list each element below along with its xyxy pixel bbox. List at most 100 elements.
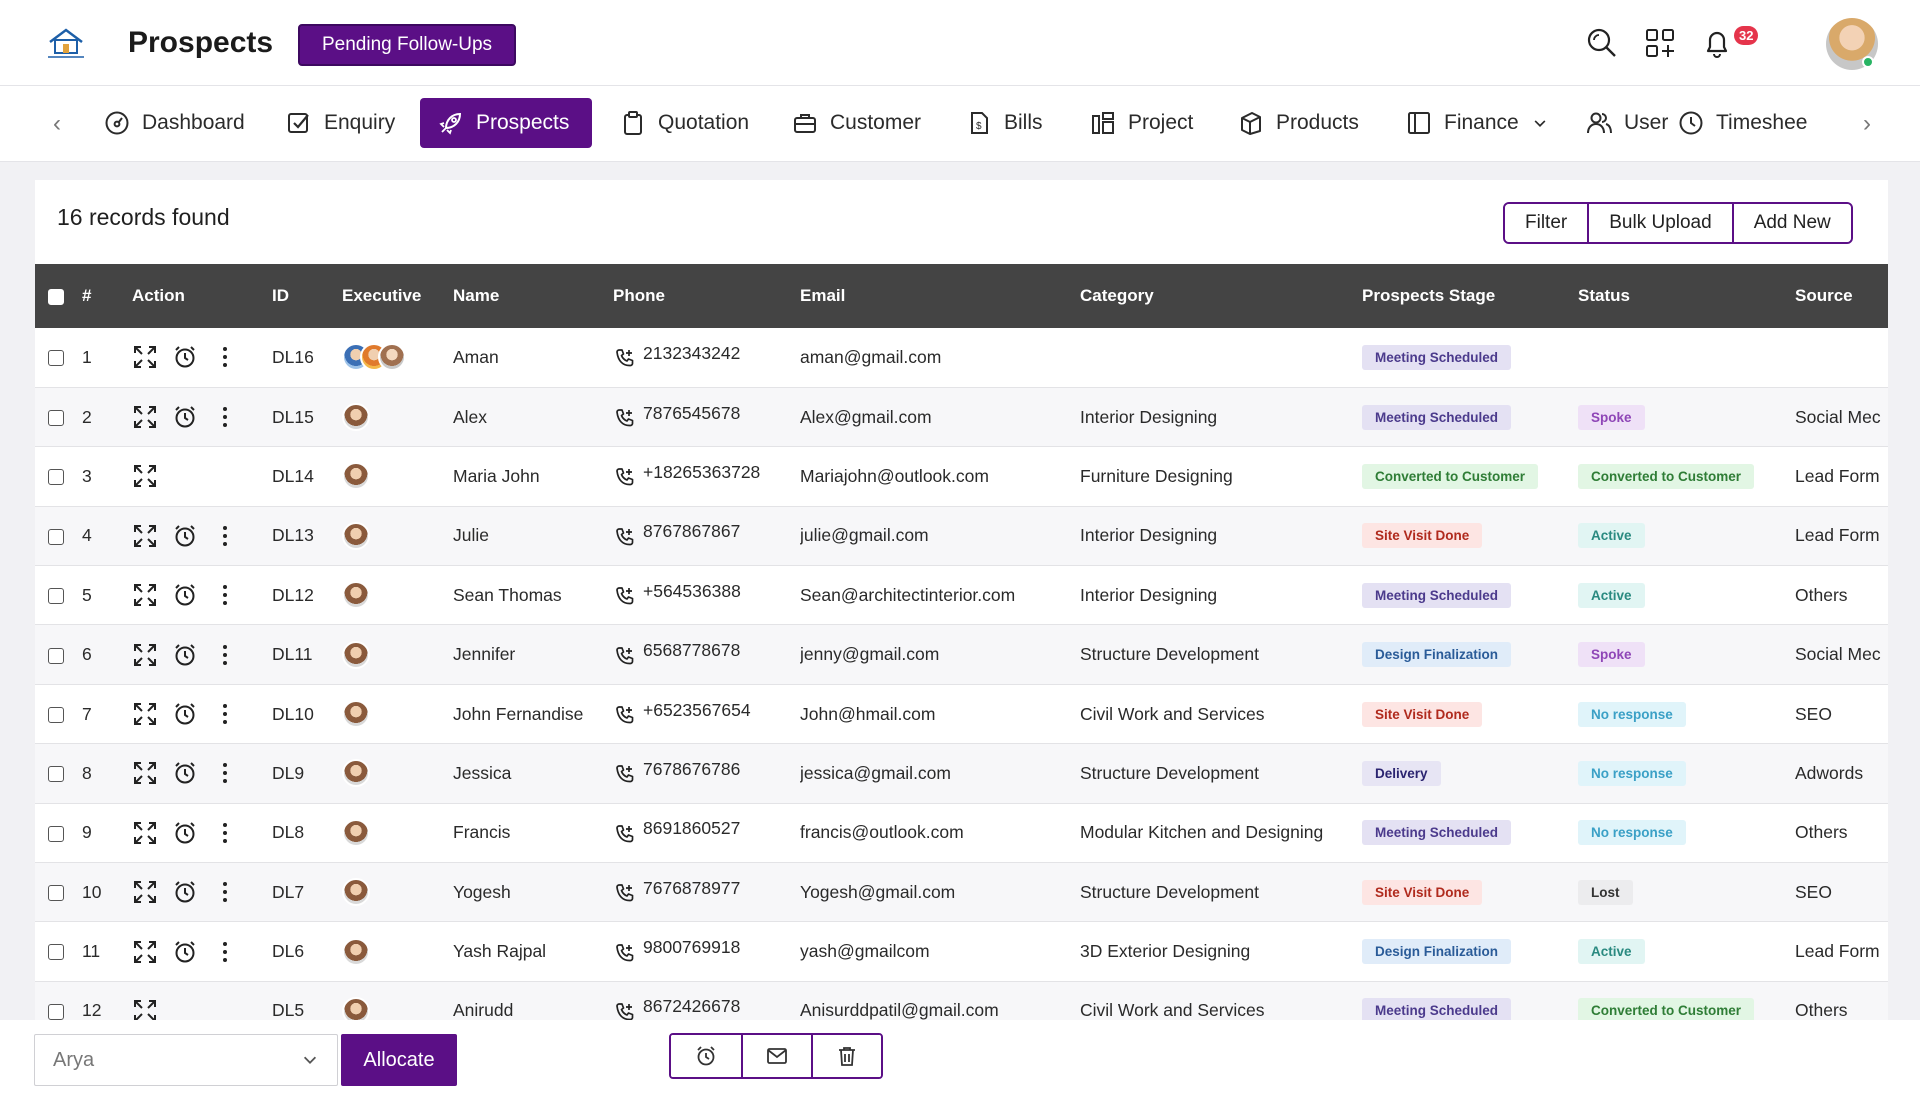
more-vertical-icon[interactable] xyxy=(212,523,238,549)
row-checkbox[interactable] xyxy=(48,528,64,545)
more-vertical-icon[interactable] xyxy=(212,344,238,370)
row-checkbox[interactable] xyxy=(48,409,64,426)
more-vertical-icon[interactable] xyxy=(212,582,238,608)
phone-call-icon[interactable] xyxy=(613,823,637,847)
project-icon xyxy=(1092,112,1114,134)
expand-icon[interactable] xyxy=(132,404,158,430)
phone-call-icon[interactable] xyxy=(613,347,637,371)
expand-icon[interactable] xyxy=(132,582,158,608)
row-checkbox[interactable] xyxy=(48,825,64,842)
phone-call-icon[interactable] xyxy=(613,526,637,550)
table-row[interactable]: 2 DL15 Alex 7876545678 Alex@gmail.com Interio… xyxy=(35,387,1888,447)
row-checkbox[interactable] xyxy=(48,944,64,961)
more-vertical-icon[interactable] xyxy=(212,404,238,430)
table-row[interactable]: 7 DL10 John Fernandise +6523567654 John@hmai… xyxy=(35,684,1888,744)
row-actions xyxy=(132,642,272,668)
bulk-reminder-button[interactable] xyxy=(671,1035,741,1077)
executive-select[interactable]: Arya xyxy=(34,1034,338,1086)
expand-icon[interactable] xyxy=(132,642,158,668)
alarm-clock-icon[interactable] xyxy=(172,642,198,668)
table-row[interactable]: 9 DL8 Francis 8691860527 francis@outlook.com… xyxy=(35,803,1888,863)
expand-icon[interactable] xyxy=(132,879,158,905)
row-checkbox[interactable] xyxy=(48,885,64,902)
table-row[interactable]: 10 DL7 Yogesh 7676878977 Yogesh@gmail.com Str… xyxy=(35,862,1888,922)
filter-button[interactable]: Filter xyxy=(1505,204,1588,242)
more-vertical-icon[interactable] xyxy=(212,701,238,727)
row-checkbox[interactable] xyxy=(48,647,64,664)
status-badge: Lost xyxy=(1578,879,1633,905)
phone-call-icon[interactable] xyxy=(613,704,637,728)
row-checkbox[interactable] xyxy=(48,350,64,367)
nav-products[interactable]: Products xyxy=(1220,98,1377,148)
executive-avatar xyxy=(342,403,370,432)
alarm-clock-icon[interactable] xyxy=(172,939,198,965)
alarm-clock-icon[interactable] xyxy=(172,820,198,846)
phone-call-icon[interactable] xyxy=(613,407,637,431)
more-vertical-icon[interactable] xyxy=(212,939,238,965)
table-row[interactable]: 5 DL12 Sean Thomas +564536388 Sean@architect… xyxy=(35,565,1888,625)
expand-icon[interactable] xyxy=(132,820,158,846)
expand-icon[interactable] xyxy=(132,760,158,786)
nav-scroll-right-icon[interactable]: › xyxy=(1852,110,1882,138)
apps-grid-icon[interactable] xyxy=(1643,26,1677,60)
allocate-button[interactable]: Allocate xyxy=(341,1034,457,1086)
add-new-button[interactable]: Add New xyxy=(1731,204,1851,242)
phone-call-icon[interactable] xyxy=(613,585,637,609)
alarm-clock-icon[interactable] xyxy=(172,404,198,430)
alarm-clock-icon[interactable] xyxy=(172,879,198,905)
nav-timesheet[interactable]: Timeshee xyxy=(1660,98,1850,148)
expand-icon[interactable] xyxy=(132,463,158,489)
expand-icon[interactable] xyxy=(132,701,158,727)
search-icon[interactable] xyxy=(1585,26,1619,60)
nav-prospects[interactable]: Prospects xyxy=(420,98,592,148)
phone-call-icon[interactable] xyxy=(613,882,637,906)
more-vertical-icon[interactable] xyxy=(212,820,238,846)
row-actions xyxy=(132,344,272,370)
table-row[interactable]: 3 DL14 Maria John +18265363728 Mariajohn@out… xyxy=(35,446,1888,507)
nav-finance[interactable]: Finance xyxy=(1388,98,1567,148)
phone-call-icon[interactable] xyxy=(613,763,637,787)
nav-customer[interactable]: Customer xyxy=(774,98,939,148)
table-row[interactable]: 6 DL11 Jennifer 6568778678 jenny@gmail.com St… xyxy=(35,624,1888,685)
nav-scroll-left-icon[interactable]: ‹ xyxy=(42,110,72,138)
more-vertical-icon[interactable] xyxy=(212,760,238,786)
prospects-table: # Action ID Executive Name Phone Email C… xyxy=(35,264,1888,1041)
table-row[interactable]: 8 DL9 Jessica 7678676786 jessica@gmail.com St… xyxy=(35,743,1888,804)
stage-badge: Delivery xyxy=(1362,760,1441,786)
row-checkbox[interactable] xyxy=(48,588,64,605)
table-row[interactable]: 11 DL6 Yash Rajpal 9800769918 yash@gmailcom 3… xyxy=(35,921,1888,982)
nav-enquiry[interactable]: Enquiry xyxy=(268,98,413,148)
phone-call-icon[interactable] xyxy=(613,645,637,669)
prospect-id: DL7 xyxy=(272,881,305,902)
alarm-clock-icon[interactable] xyxy=(172,582,198,608)
row-checkbox[interactable] xyxy=(48,469,64,486)
expand-icon[interactable] xyxy=(132,939,158,965)
table-row[interactable]: 4 DL13 Julie 8767867867 julie@gmail.com Inter… xyxy=(35,506,1888,566)
bulk-delete-button[interactable] xyxy=(811,1035,881,1077)
alarm-clock-icon[interactable] xyxy=(172,760,198,786)
executive-avatar xyxy=(378,343,406,372)
phone-call-icon[interactable] xyxy=(613,466,637,490)
alarm-clock-icon[interactable] xyxy=(172,701,198,727)
expand-icon[interactable] xyxy=(132,523,158,549)
table-row[interactable]: 1 DL16 Aman 2132343242 aman@gmail.com Meeting… xyxy=(35,328,1888,388)
nav-dashboard[interactable]: Dashboard xyxy=(86,98,263,148)
logo-icon[interactable] xyxy=(44,26,88,60)
row-checkbox[interactable] xyxy=(48,766,64,783)
bulk-email-button[interactable] xyxy=(741,1035,811,1077)
alarm-clock-icon[interactable] xyxy=(172,344,198,370)
expand-icon[interactable] xyxy=(132,344,158,370)
nav-bills[interactable]: $ Bills xyxy=(948,98,1061,148)
pending-follow-ups-button[interactable]: Pending Follow-Ups xyxy=(298,24,517,66)
nav-project[interactable]: Project xyxy=(1072,98,1211,148)
phone-call-icon[interactable] xyxy=(613,942,637,966)
nav-quotation[interactable]: Quotation xyxy=(602,98,767,148)
bulk-upload-button[interactable]: Bulk Upload xyxy=(1587,204,1732,242)
more-vertical-icon[interactable] xyxy=(212,642,238,668)
row-checkbox[interactable] xyxy=(48,1003,64,1020)
row-checkbox[interactable] xyxy=(48,706,64,723)
more-vertical-icon[interactable] xyxy=(212,879,238,905)
bell-icon[interactable] xyxy=(1700,26,1734,60)
alarm-clock-icon[interactable] xyxy=(172,523,198,549)
select-all-checkbox[interactable] xyxy=(48,288,64,305)
